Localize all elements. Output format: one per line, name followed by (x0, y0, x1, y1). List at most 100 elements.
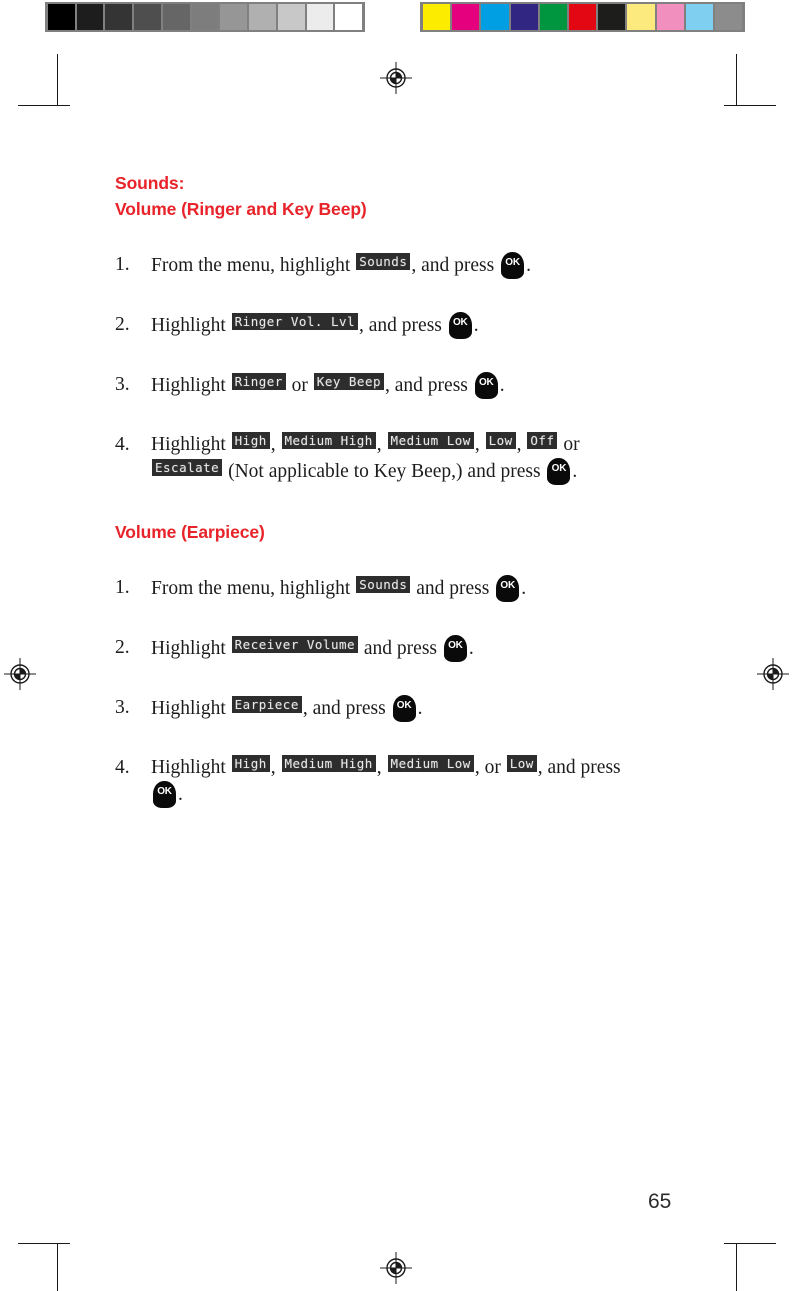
instruction-text: . (473, 315, 479, 336)
instruction-text: . (572, 461, 578, 482)
page-number: 65 (648, 1190, 672, 1213)
heading-spacer (115, 545, 675, 575)
instruction-text: . (417, 698, 423, 719)
instruction-text: , and press (302, 698, 391, 719)
ok-key-icon: OK (501, 252, 525, 279)
instruction-step: 1. From the menu, highlight Sounds and pr… (115, 575, 675, 602)
ok-key-label: OK (396, 700, 412, 711)
menu-item-label: Ringer (231, 373, 286, 390)
page-content: Sounds: Volume (Ringer and Key Beep) 1. Fro… (115, 170, 675, 808)
menu-item-label: Off (527, 432, 558, 449)
calibration-swatch (277, 4, 305, 30)
section-subtitle: Volume (Ringer and Key Beep) (115, 199, 367, 219)
instruction-step: 3. Highlight Earpiece, and press OK. (115, 695, 675, 722)
instruction-text: , and press (537, 757, 621, 778)
menu-item-label: Key Beep (313, 373, 385, 390)
registration-mark-top (380, 62, 412, 94)
instruction-text: Highlight (151, 757, 231, 778)
crop-mark-top-left-vertical (57, 54, 58, 106)
menu-item-label: Medium Low (387, 432, 474, 449)
crop-mark-top-left-horizontal (18, 105, 70, 106)
menu-item-label: Ringer Vol. Lvl (231, 313, 359, 330)
instruction-text: . (468, 638, 474, 659)
menu-item-label: Medium High (281, 432, 376, 449)
instruction-step: 2. Highlight Receiver Volume and press OK… (115, 635, 675, 662)
instruction-step: 4. Highlight High, Medium High, Medium Lo… (115, 432, 675, 485)
instruction-text: , (516, 434, 527, 455)
instruction-text: From the menu, highlight (151, 578, 356, 599)
menu-item-label: Medium High (281, 755, 376, 772)
calibration-swatch (627, 4, 655, 30)
instruction-text: , (270, 434, 281, 455)
registration-mark-left (4, 658, 36, 690)
registration-mark-bottom (380, 1252, 412, 1284)
instruction-step: 3. Highlight Ringer or Key Beep, and pres… (115, 372, 675, 399)
step-number: 2. (115, 637, 130, 658)
instruction-text: . (526, 255, 531, 276)
ok-key-label: OK (448, 640, 463, 651)
menu-item-label: Earpiece (231, 696, 302, 713)
instruction-list: 1. From the menu, highlight Sounds, and p… (115, 252, 675, 485)
grayscale-calibration-bar (45, 2, 365, 32)
calibration-swatch (134, 4, 161, 30)
menu-item-label: Sounds (356, 576, 411, 593)
ok-key-label: OK (551, 463, 567, 474)
calibration-swatch (76, 4, 104, 30)
calibration-swatch (220, 4, 248, 30)
crop-mark-bottom-left-vertical (57, 1243, 58, 1291)
instruction-text: (Not applicable to Key Beep,) and press (223, 461, 546, 482)
ok-key-icon: OK (448, 312, 472, 339)
menu-item-label: Low (485, 432, 516, 449)
ok-key-label: OK (505, 257, 520, 268)
calibration-swatch (423, 4, 451, 30)
instruction-text: . (178, 784, 183, 805)
section-subtitle: Volume (Earpiece) (115, 522, 265, 542)
calibration-swatch (656, 4, 684, 30)
instruction-text: , (270, 757, 281, 778)
instruction-text: , and press (411, 255, 500, 276)
crop-mark-top-right-horizontal (724, 105, 776, 106)
step-number: 2. (115, 314, 130, 335)
instruction-text: Highlight (151, 434, 231, 455)
calibration-swatch (598, 4, 626, 30)
ok-key-label: OK (500, 580, 516, 591)
step-number: 1. (115, 577, 130, 598)
crop-mark-bottom-right-horizontal (724, 1243, 776, 1244)
instruction-text: or (286, 375, 313, 396)
calibration-swatch (162, 4, 190, 30)
crop-mark-bottom-left-horizontal (18, 1243, 70, 1244)
calibration-swatch (249, 4, 276, 30)
menu-item-label: Sounds (356, 253, 411, 270)
crop-mark-top-right-vertical (736, 54, 737, 106)
calibration-swatch (105, 4, 133, 30)
ok-key-label: OK (452, 317, 468, 328)
ok-key-icon: OK (496, 575, 520, 602)
section-title: Sounds: (115, 173, 185, 193)
menu-item-label: Receiver Volume (231, 636, 359, 653)
calibration-swatch (539, 4, 567, 30)
crop-mark-bottom-right-vertical (736, 1243, 737, 1291)
calibration-swatch (48, 4, 75, 30)
ok-key-icon: OK (392, 695, 416, 722)
step-number: 4. (115, 434, 130, 455)
step-number: 1. (115, 254, 130, 275)
calibration-swatch (568, 4, 597, 30)
instruction-text: Highlight (151, 375, 231, 396)
calibration-swatch (306, 4, 334, 30)
step-number: 4. (115, 757, 130, 778)
color-calibration-bar (420, 2, 745, 32)
ok-key-label: OK (157, 786, 172, 797)
menu-item-label: Low (506, 755, 537, 772)
instruction-step: 2. Highlight Ringer Vol. Lvl, and press O… (115, 312, 675, 339)
ok-key-icon: OK (443, 635, 467, 662)
instruction-text: . (499, 375, 505, 396)
ok-key-icon: OK (474, 372, 498, 399)
instruction-step: 4. Highlight High, Medium High, Medium Lo… (115, 755, 675, 808)
instruction-text: , or (474, 757, 506, 778)
instruction-text: , (376, 434, 387, 455)
instruction-text: or (558, 434, 580, 455)
instruction-text: Highlight (151, 315, 231, 336)
instruction-step: 1. From the menu, highlight Sounds, and p… (115, 252, 675, 279)
ok-key-icon: OK (547, 458, 571, 485)
